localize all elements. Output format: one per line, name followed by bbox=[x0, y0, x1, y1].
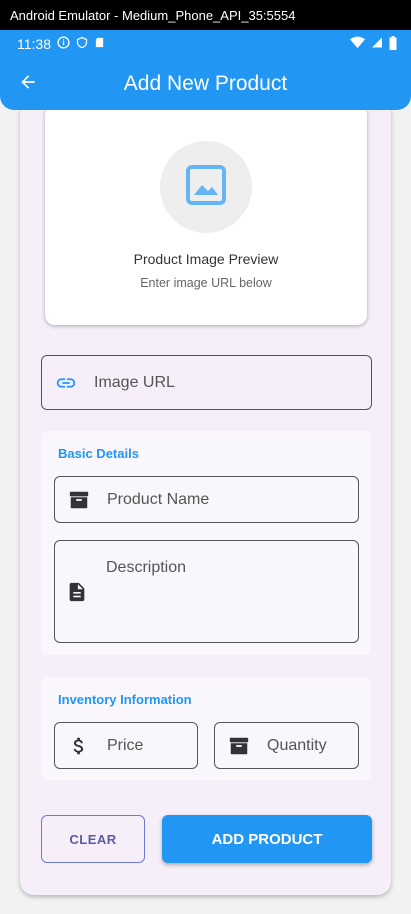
dollar-icon bbox=[67, 734, 91, 758]
image-icon bbox=[182, 161, 230, 214]
info-icon bbox=[57, 36, 70, 52]
clear-button[interactable]: CLEAR bbox=[41, 815, 145, 863]
shield-icon bbox=[76, 36, 88, 52]
page-title: Add New Product bbox=[123, 72, 288, 95]
image-preview-card: Product Image Preview Enter image URL be… bbox=[45, 105, 367, 325]
document-icon bbox=[65, 580, 89, 604]
product-name-field[interactable]: Product Name bbox=[54, 476, 359, 523]
inventory-icon bbox=[227, 734, 251, 758]
description-label: Description bbox=[106, 559, 187, 576]
app-bar: Add New Product bbox=[0, 58, 411, 110]
image-placeholder bbox=[160, 141, 252, 233]
price-field[interactable]: Price bbox=[54, 722, 198, 769]
quantity-field[interactable]: Quantity bbox=[214, 722, 359, 769]
signal-icon bbox=[371, 36, 383, 52]
image-url-label: Image URL bbox=[94, 373, 175, 391]
quantity-label: Quantity bbox=[267, 736, 327, 754]
add-product-button[interactable]: ADD PRODUCT bbox=[162, 815, 372, 863]
image-url-field[interactable]: Image URL bbox=[41, 355, 372, 410]
emulator-title-bar: Android Emulator - Medium_Phone_API_35:5… bbox=[0, 0, 411, 30]
status-time: 11:38 bbox=[17, 36, 51, 52]
status-bar: 11:38 bbox=[0, 30, 411, 58]
product-name-label: Product Name bbox=[107, 490, 210, 508]
sd-card-icon bbox=[94, 36, 105, 52]
emulator-title: Android Emulator - Medium_Phone_API_35:5… bbox=[10, 7, 296, 23]
wifi-icon bbox=[350, 36, 365, 52]
preview-subtitle: Enter image URL below bbox=[140, 276, 272, 290]
price-label: Price bbox=[107, 736, 144, 754]
preview-title: Product Image Preview bbox=[133, 251, 279, 267]
basic-details-title: Basic Details bbox=[58, 446, 139, 461]
description-field[interactable]: Description bbox=[54, 540, 359, 643]
inventory-title: Inventory Information bbox=[58, 692, 192, 707]
archive-icon bbox=[67, 488, 91, 512]
link-icon bbox=[54, 371, 78, 395]
battery-icon bbox=[389, 35, 397, 53]
